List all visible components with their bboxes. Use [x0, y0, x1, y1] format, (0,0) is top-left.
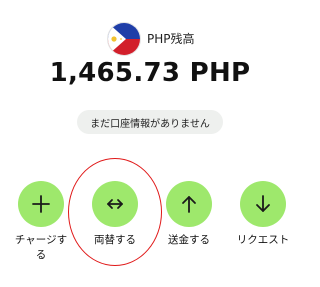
exchange-button-label: 両替する	[94, 234, 136, 246]
request-button-label: リクエスト	[236, 234, 290, 246]
plus-icon	[32, 195, 50, 213]
request-button-circle[interactable]	[240, 181, 286, 227]
charge-button-circle[interactable]	[18, 181, 64, 227]
send-money-button-label: 送金する	[168, 234, 210, 246]
arrow-down-icon	[256, 195, 270, 212]
account-status-badge[interactable]: まだ口座情報がありません	[77, 110, 223, 134]
arrow-up-icon	[182, 196, 196, 213]
exchange-button-circle[interactable]	[92, 181, 138, 227]
send-money-button[interactable]: 送金する	[160, 181, 218, 248]
send-money-button-circle[interactable]	[166, 181, 212, 227]
swap-horizontal-icon	[107, 199, 123, 209]
charge-button-label: チャージする	[14, 234, 68, 261]
charge-button[interactable]: チャージする	[12, 181, 70, 263]
exchange-button[interactable]: 両替する	[86, 181, 144, 248]
balance-amount: 1,465.73 PHP	[49, 58, 251, 88]
wallet-screen: PHP残高 1,465.73 PHP まだ口座情報がありません チャージする 両…	[0, 0, 300, 287]
philippines-flag-icon	[107, 22, 141, 56]
currency-header: PHP残高	[0, 22, 300, 56]
currency-balance-label: PHP残高	[147, 32, 195, 46]
request-button[interactable]: リクエスト	[234, 181, 292, 248]
